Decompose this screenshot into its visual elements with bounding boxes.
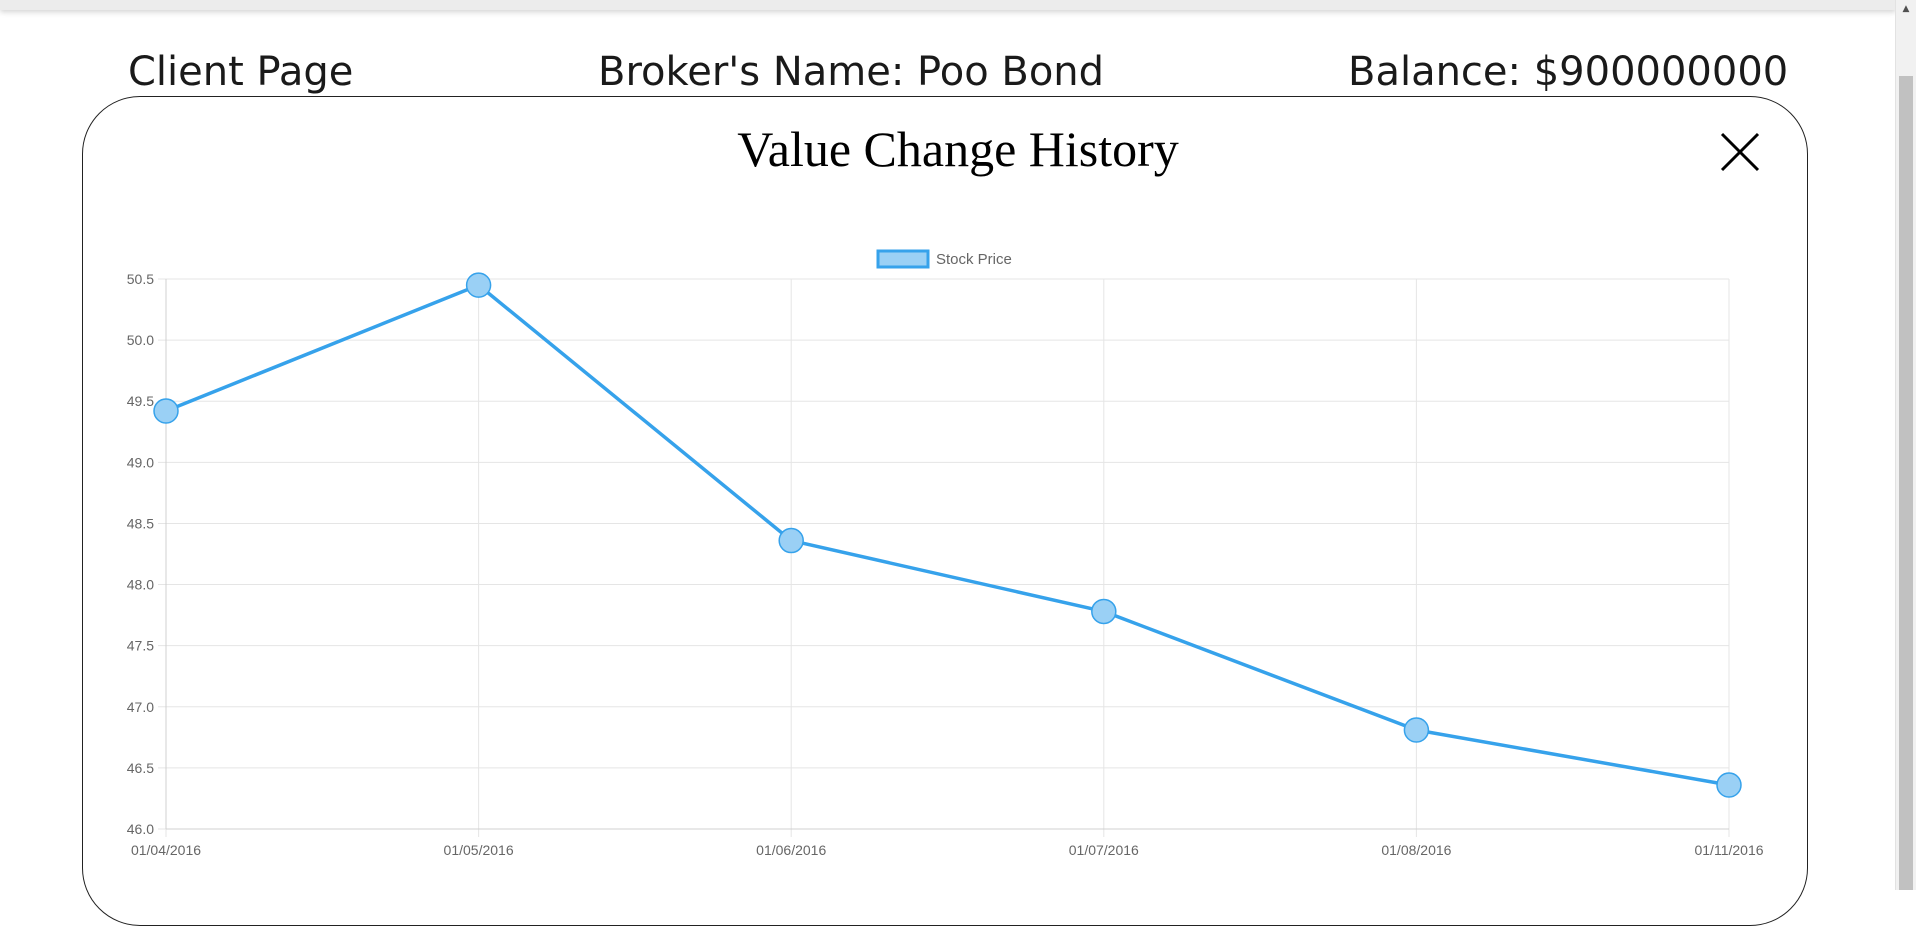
- data-point: [1716, 772, 1742, 798]
- legend-swatch: [876, 249, 930, 269]
- stock-price-line-chart: 50.5 50.0 49.5 49.0 48.5 48.0 47.5 47.0 46.5 46.0…: [127, 249, 1764, 858]
- scrollbar-thumb[interactable]: [1899, 76, 1913, 890]
- x-tick-label: 01/07/2016: [1069, 842, 1139, 858]
- y-tick-label: 48.0: [127, 577, 154, 593]
- data-point: [1091, 598, 1117, 625]
- data-point: [778, 527, 804, 554]
- y-tick-label: 49.5: [127, 393, 154, 409]
- x-tick-label: 01/06/2016: [756, 842, 826, 858]
- scroll-up-arrow-icon[interactable]: ▲: [1896, 0, 1916, 18]
- x-tick-label: 01/05/2016: [444, 842, 514, 858]
- data-point: [153, 398, 179, 424]
- y-tick-label: 46.5: [127, 760, 154, 776]
- y-tick-label: 47.5: [127, 638, 154, 654]
- y-tick-label: 47.0: [127, 699, 154, 715]
- x-tick-label: 01/04/2016: [131, 842, 201, 858]
- y-tick-label: 46.0: [127, 821, 154, 837]
- x-tick-label: 01/08/2016: [1381, 842, 1451, 858]
- legend-label: Stock Price: [936, 251, 1012, 268]
- y-tick-label: 50.0: [127, 332, 154, 348]
- data-point: [1403, 717, 1430, 743]
- x-tick-label: 01/11/2016: [1694, 842, 1763, 858]
- data-point: [465, 272, 492, 298]
- y-tick-label: 50.5: [127, 271, 154, 287]
- y-tick-label: 49.0: [127, 454, 154, 470]
- series-line: [165, 283, 1730, 787]
- y-tick-label: 48.5: [127, 515, 154, 531]
